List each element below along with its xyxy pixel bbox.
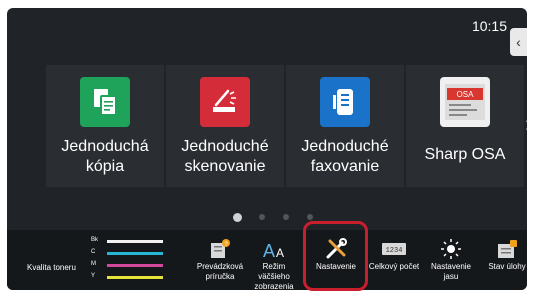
tile-label: Sharp OSA [424,146,506,163]
brightness-label: Nastavenie jasu [430,262,472,281]
manual-label: Prevádzková príručka [196,262,244,281]
total-count-button[interactable]: 1234 Celkový počet [367,236,421,286]
tile-label: Jednoduchá kópia [61,138,149,175]
tile-easy-scan[interactable]: Jednoduché skenovanie [166,65,284,187]
page-indicator [7,213,527,222]
counter-icon: 1234 [367,236,421,262]
clock: 10:15 [471,18,507,34]
settings-highlight-frame [303,221,368,291]
page-dot-2[interactable] [259,214,265,220]
page-dot-4[interactable] [307,214,313,220]
job-status-button[interactable]: Stav úlohy [480,236,534,286]
page-dot-3[interactable] [283,214,289,220]
chevron-right-icon[interactable]: › [525,111,527,137]
fax-icon [320,77,370,127]
scan-icon [200,77,250,127]
large-text-icon: AA [247,236,301,262]
large-view-label: Režim väčšieho zobrazenia [254,262,294,291]
tile-easy-copy[interactable]: Jednoduchá kópia [46,65,164,187]
brightness-button[interactable]: Nastavenie jasu [424,236,478,286]
page-dot-1[interactable] [233,213,242,222]
brightness-icon [424,236,478,262]
svg-text:A: A [263,241,275,259]
svg-text:OSA: OSA [457,90,475,99]
tile-easy-fax[interactable]: Jednoduché faxovanie [286,65,404,187]
job-status-icon [480,236,534,262]
toner-label: Kvalita toneru [27,263,76,272]
chevron-left-icon: ‹ [516,34,521,50]
total-count-label: Celkový počet [368,262,420,271]
side-panel-tab[interactable]: ‹ [510,28,527,56]
svg-text:1234: 1234 [386,247,403,255]
tile-label: Jednoduché faxovanie [301,138,389,175]
manual-button[interactable]: ? Prevádzková príručka [193,236,247,286]
large-view-button[interactable]: AA Režim väčšieho zobrazenia [247,236,301,291]
tile-sharp-osa[interactable]: OSA Sharp OSA [406,65,524,187]
sharp-osa-icon: OSA [440,77,490,127]
tile-label: Jednoduché skenovanie [181,138,269,175]
svg-text:A: A [276,246,284,259]
manual-icon: ? [193,236,247,262]
job-status-label: Stav úlohy [488,262,526,271]
copy-icon [80,77,130,127]
